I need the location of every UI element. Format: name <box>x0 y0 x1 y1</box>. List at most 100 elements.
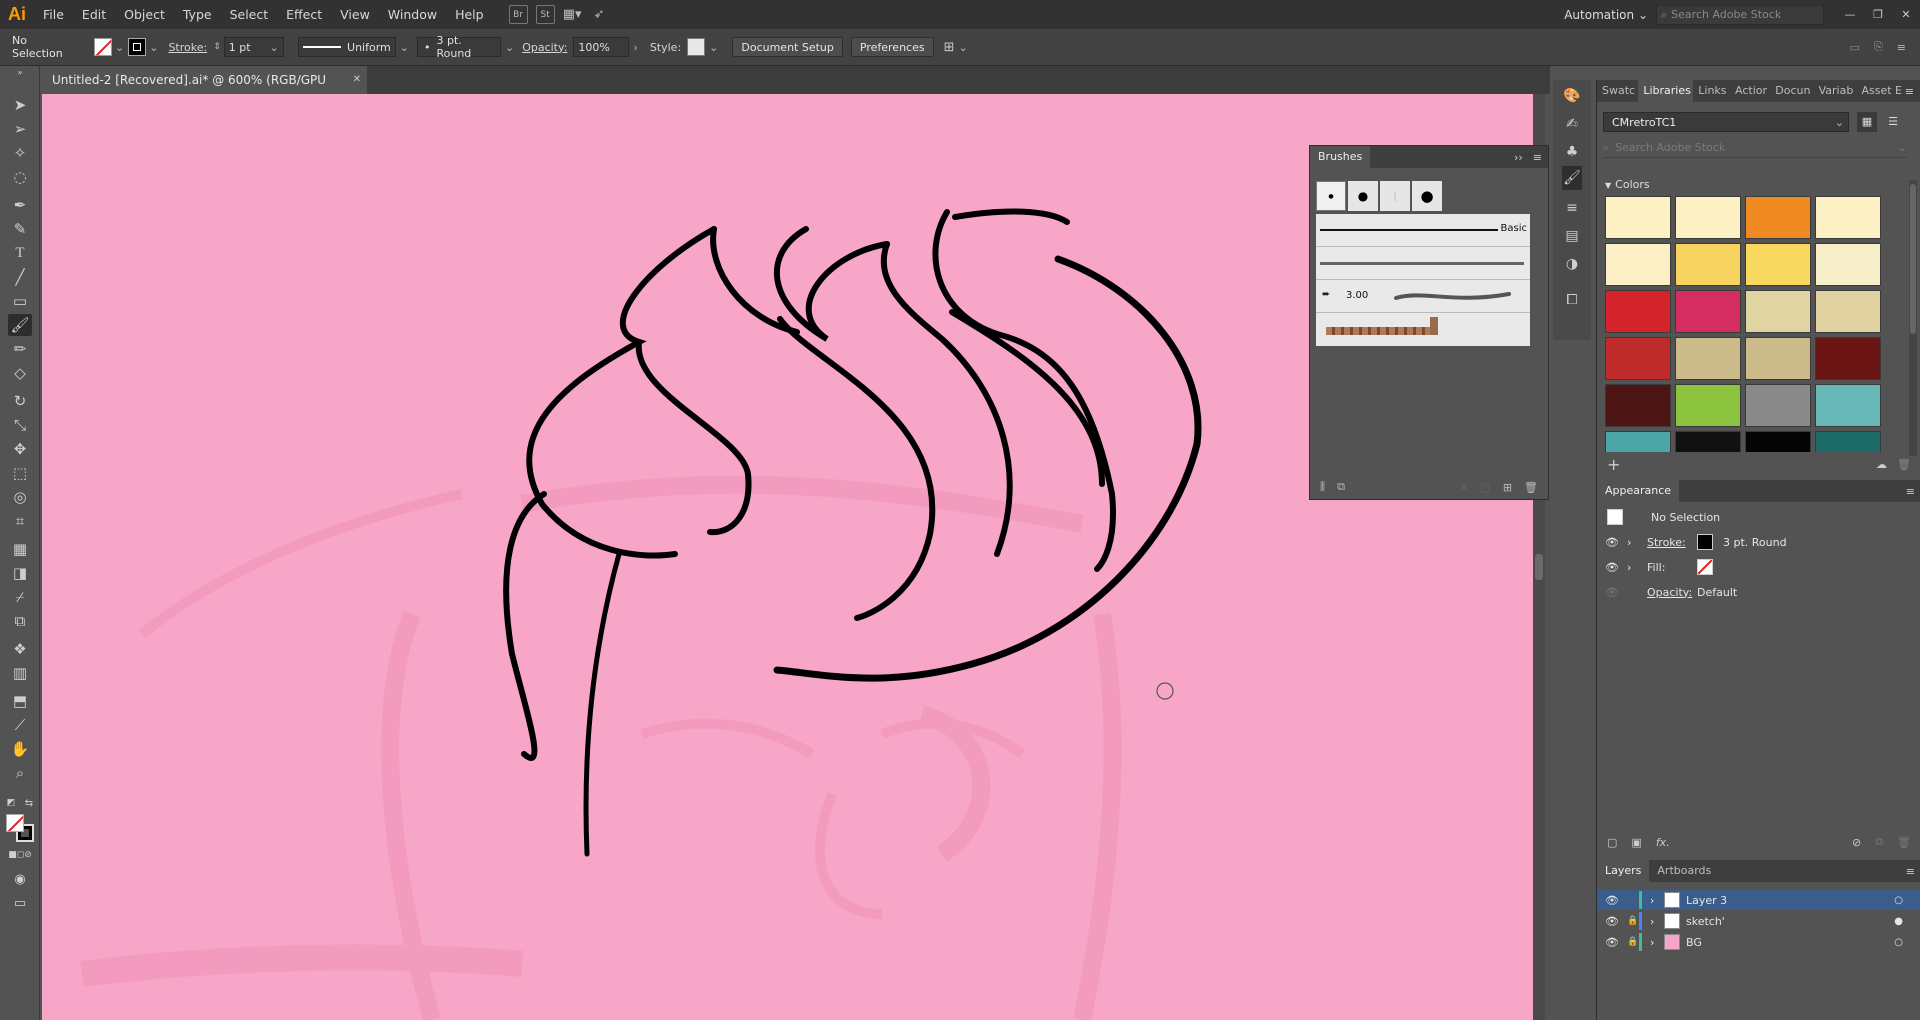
appearance-stroke-row[interactable]: 👁 › Stroke: 3 pt. Round <box>1597 530 1920 554</box>
arrange-documents-icon[interactable]: ▦▾ <box>563 5 582 24</box>
add-new-fill-icon[interactable]: ▣ <box>1631 836 1641 849</box>
library-color-swatch[interactable] <box>1815 431 1881 452</box>
workspace-switcher[interactable]: Automation ⌄ <box>1564 8 1648 22</box>
variable-width-profile[interactable]: Uniform <box>297 37 396 57</box>
visibility-eye-icon[interactable]: 👁 <box>1597 536 1627 549</box>
add-new-stroke-icon[interactable]: ▢ <box>1607 836 1617 849</box>
chevron-right-icon[interactable]: › <box>1627 561 1641 574</box>
tab-actions[interactable]: Actior <box>1730 80 1770 102</box>
duplicate-item-icon[interactable]: ⧉ <box>1875 835 1883 849</box>
chevron-right-icon[interactable]: › <box>1650 894 1664 907</box>
library-color-swatch[interactable] <box>1605 290 1671 333</box>
stock-search-input[interactable]: ⌕ Search Adobe Stock <box>1656 4 1824 25</box>
layer-row-sketch[interactable]: 👁 🔒 › sketch' ● <box>1597 911 1920 931</box>
gpu-rocket-icon[interactable]: ➶ <box>590 5 609 24</box>
library-color-swatch[interactable] <box>1745 431 1811 452</box>
menu-select[interactable]: Select <box>221 0 278 29</box>
menu-type[interactable]: Type <box>174 0 221 29</box>
layer-name[interactable]: BG <box>1686 936 1894 949</box>
artboard-tool-icon[interactable]: ⬒ <box>8 690 32 712</box>
lock-icon[interactable]: 🔒 <box>1627 916 1639 926</box>
menu-file[interactable]: File <box>34 0 73 29</box>
gradient-tool-icon[interactable]: ◨ <box>8 562 32 584</box>
stock-icon[interactable]: St <box>535 5 555 24</box>
column-graph-tool-icon[interactable]: ▥ <box>8 662 32 684</box>
panel-menu-icon[interactable]: ≡ <box>1905 85 1914 98</box>
chevron-down-icon[interactable]: ⌄ <box>149 41 158 54</box>
stroke-swatch[interactable] <box>128 38 147 56</box>
visibility-eye-icon[interactable]: 👁 <box>1597 915 1627 928</box>
visibility-eye-icon[interactable]: 👁 <box>1597 894 1627 907</box>
bridge-icon[interactable]: Br <box>508 5 528 24</box>
screen-mode-icon[interactable]: ▭ <box>8 892 32 914</box>
library-color-swatch[interactable] <box>1675 431 1741 452</box>
menu-help[interactable]: Help <box>446 0 493 29</box>
hand-tool-icon[interactable]: ✋ <box>8 738 32 760</box>
zoom-tool-icon[interactable]: ⌕ <box>8 762 32 784</box>
library-color-swatch[interactable] <box>1675 196 1741 239</box>
library-color-swatch[interactable] <box>1815 290 1881 333</box>
rotate-tool-icon[interactable]: ↻ <box>8 390 32 412</box>
brush-tip-3[interactable]: ǀ <box>1380 181 1410 211</box>
brush-tip-2[interactable]: ● <box>1348 181 1378 211</box>
pencil-tool-icon[interactable]: ✏ <box>8 338 32 360</box>
add-content-icon[interactable]: + <box>1607 455 1620 474</box>
delete-item-icon[interactable]: 🗑 <box>1897 836 1911 849</box>
selection-tool-icon[interactable]: ➤ <box>8 94 32 116</box>
shape-builder-tool-icon[interactable]: ◎ <box>8 486 32 508</box>
slice-tool-icon[interactable]: ⟋ <box>8 714 32 736</box>
align-icon[interactable]: ▭ <box>1850 41 1860 54</box>
magic-wand-tool-icon[interactable]: ✧ <box>8 142 32 164</box>
library-color-swatch[interactable] <box>1745 290 1811 333</box>
fill-indicator[interactable] <box>6 814 24 832</box>
visibility-eye-icon[interactable]: 👁 <box>1597 586 1627 599</box>
target-circle-icon[interactable]: ○ <box>1894 895 1903 906</box>
library-color-swatch[interactable] <box>1745 243 1811 286</box>
library-color-swatch[interactable] <box>1815 337 1881 380</box>
tab-asset-export[interactable]: Asset E <box>1856 80 1904 102</box>
chevron-down-icon[interactable]: ⌄ <box>959 41 968 54</box>
fill-color-swatch[interactable] <box>1697 559 1713 575</box>
direct-selection-tool-icon[interactable]: ➢ <box>8 118 32 140</box>
library-color-swatch[interactable] <box>1815 384 1881 427</box>
scrollbar-thumb[interactable] <box>1910 184 1916 334</box>
library-search-input[interactable]: ⌕ Search Adobe Stock ⌄ <box>1603 138 1907 158</box>
type-tool-icon[interactable]: T <box>8 242 32 264</box>
pen-tool-icon[interactable]: ✒ <box>8 194 32 216</box>
tab-artboards[interactable]: Artboards <box>1649 860 1719 882</box>
layer-row-layer-3[interactable]: 👁 › Layer 3 ○ <box>1597 890 1920 910</box>
curvature-tool-icon[interactable]: ✎ <box>8 218 32 240</box>
collapse-arrows-icon[interactable]: » <box>8 66 32 78</box>
document-tab[interactable]: Untitled-2 [Recovered].ai* @ 600% (RGB/G… <box>42 66 367 115</box>
scale-tool-icon[interactable]: ⤡ <box>8 414 32 436</box>
tab-libraries[interactable]: Libraries <box>1638 80 1694 102</box>
appearance-opacity-label[interactable]: Opacity: <box>1647 586 1697 599</box>
chevron-down-icon[interactable]: ⌄ <box>400 41 409 54</box>
chevron-down-icon[interactable]: ⌄ <box>709 41 718 54</box>
library-color-swatch[interactable] <box>1675 290 1741 333</box>
control-menu-icon[interactable]: ≡ <box>1897 41 1906 54</box>
tab-links[interactable]: Links <box>1693 80 1730 102</box>
stroke-panel-icon[interactable]: ≡ <box>1562 200 1582 218</box>
lock-icon[interactable]: 🔒 <box>1627 937 1639 947</box>
menu-effect[interactable]: Effect <box>277 0 331 29</box>
stroke-stepper-icon[interactable]: ⇕ <box>213 42 221 52</box>
tab-variables[interactable]: Variab <box>1814 80 1857 102</box>
swap-fill-stroke-icon[interactable]: ⇆ <box>22 796 36 810</box>
library-color-swatch[interactable] <box>1745 337 1811 380</box>
brush-row-basic[interactable]: Basic <box>1316 214 1530 247</box>
gradient-panel-icon[interactable]: ▤ <box>1562 228 1582 246</box>
library-color-swatch[interactable] <box>1815 243 1881 286</box>
chevron-down-icon[interactable]: ⌄ <box>115 41 124 54</box>
library-color-swatch[interactable] <box>1605 384 1671 427</box>
colors-section-header[interactable]: ▼ Colors <box>1605 178 1650 191</box>
document-setup-button[interactable]: Document Setup <box>732 37 843 57</box>
delete-brush-icon[interactable]: 🗑 <box>1524 481 1538 494</box>
panel-menu-icon[interactable]: ≡ <box>1906 485 1915 498</box>
line-tool-icon[interactable]: ╱ <box>8 266 32 288</box>
layer-name[interactable]: Layer 3 <box>1686 894 1894 907</box>
brush-panel-active-icon[interactable]: 🖌 <box>1562 166 1582 190</box>
library-color-swatch[interactable] <box>1605 431 1671 452</box>
library-color-swatch[interactable] <box>1605 337 1671 380</box>
stroke-color-swatch[interactable] <box>1697 534 1713 550</box>
